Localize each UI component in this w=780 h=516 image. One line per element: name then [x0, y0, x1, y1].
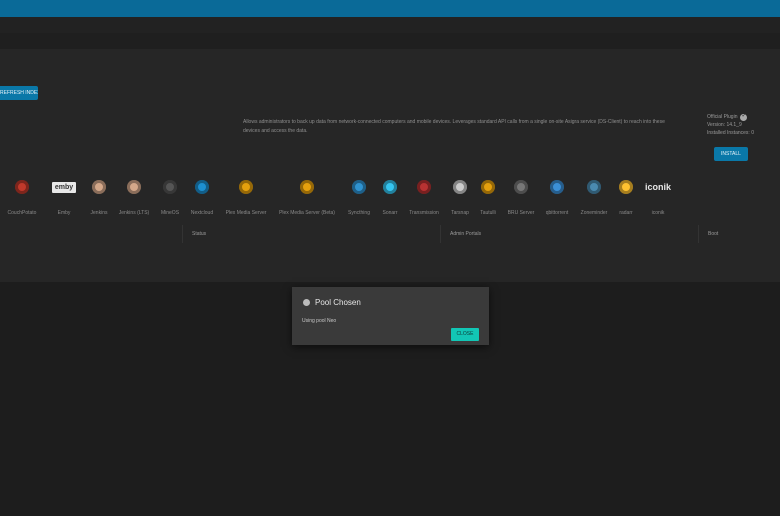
plugin-card[interactable]: Nextcloud	[182, 178, 222, 216]
plugin-label: Jenkins	[90, 210, 108, 216]
sonarr-icon	[381, 178, 399, 196]
plugin-label: Emby	[57, 210, 71, 216]
plugin-card[interactable]: BRU Server	[501, 178, 541, 216]
install-button[interactable]: INSTALL	[714, 147, 748, 161]
iconik-logo-text: iconik	[645, 182, 672, 192]
plugin-card[interactable]: CouchPotato	[2, 178, 42, 216]
plugin-label: qbittorrent	[545, 210, 569, 216]
column-divider	[440, 225, 441, 243]
plugin-card[interactable]: Plex Media Server (Beta)	[279, 178, 335, 216]
plugin-logo-shape	[453, 180, 467, 194]
emby-logo-text: emby	[51, 181, 77, 193]
plugin-label: Sonarr	[382, 210, 398, 216]
plex-icon	[237, 178, 255, 196]
official-plugin-label: Official Plugin	[707, 114, 738, 120]
nextcloud-icon	[193, 178, 211, 196]
iconik-icon: iconik	[645, 178, 671, 196]
official-plugin-row: Official Plugin	[707, 112, 754, 121]
plugin-logo-shape	[163, 180, 177, 194]
installed-instances: Installed Instances: 0	[707, 130, 754, 136]
close-button[interactable]: CLOSE	[451, 328, 479, 341]
plugin-label: radarr	[619, 210, 633, 216]
plugin-logo-shape	[352, 180, 366, 194]
plugin-label: Tarsnap	[451, 210, 469, 216]
plugin-label: iconik	[651, 210, 665, 216]
dialog-message: Using pool Neo	[302, 318, 337, 324]
plugin-logo-shape	[127, 180, 141, 194]
plugin-logo-shape	[92, 180, 106, 194]
plugin-logo-shape	[239, 180, 253, 194]
mineos-icon	[161, 178, 179, 196]
sub-nav-strip	[0, 33, 780, 49]
plugin-card[interactable]: qbittorrent	[537, 178, 577, 216]
plugin-label: Tautulli	[480, 210, 496, 216]
plugins-panel	[0, 49, 780, 282]
admin-portals-column-header[interactable]: Admin Portals	[450, 231, 481, 237]
syncthing-icon	[350, 178, 368, 196]
plugin-logo-shape	[587, 180, 601, 194]
verified-icon	[740, 112, 748, 121]
top-bar	[0, 0, 780, 17]
plugin-logo-shape	[300, 180, 314, 194]
tarsnap-icon	[451, 178, 469, 196]
plugin-label: Nextcloud	[190, 210, 214, 216]
zoneminder-icon	[585, 178, 603, 196]
plex-icon	[298, 178, 316, 196]
bru-server-icon	[512, 178, 530, 196]
plugin-logo-shape	[619, 180, 633, 194]
nav-strip	[0, 17, 780, 33]
plugin-description: Allows administrators to back up data fr…	[243, 119, 665, 134]
plugin-label: Plex Media Server (Beta)	[279, 210, 335, 216]
column-divider	[698, 225, 699, 243]
radarr-icon	[617, 178, 635, 196]
qbittorrent-icon	[548, 178, 566, 196]
dialog-title: Pool Chosen	[315, 298, 361, 307]
column-divider	[182, 225, 183, 243]
plugin-card[interactable]: Jenkins (LTS)	[114, 178, 154, 216]
emby-icon: emby	[51, 178, 77, 196]
jenkins-icon	[125, 178, 143, 196]
pool-chosen-dialog: Pool Chosen Using pool Neo CLOSE	[292, 287, 489, 345]
plugin-label: Plex Media Server	[225, 210, 267, 216]
plugin-card[interactable]: Plex Media Server	[226, 178, 266, 216]
plugin-card[interactable]: Jenkins	[79, 178, 119, 216]
refresh-index-button[interactable]: REFRESH INDEX	[0, 86, 38, 100]
plugin-logo-shape	[195, 180, 209, 194]
plugin-label: Zoneminder	[580, 210, 608, 216]
plugin-version: Version: 14.1_9	[707, 122, 742, 128]
plugin-card[interactable]: iconik iconik	[638, 178, 678, 216]
plugin-label: MineOS	[160, 210, 180, 216]
jenkins-icon	[90, 178, 108, 196]
transmission-icon	[415, 178, 433, 196]
plugin-logo-shape	[15, 180, 29, 194]
plugin-label: BRU Server	[507, 210, 535, 216]
plugin-logo-shape	[417, 180, 431, 194]
plugin-label: Transmission	[409, 210, 439, 216]
tautulli-icon	[479, 178, 497, 196]
plugin-label: Syncthing	[348, 210, 370, 216]
plugin-label: Jenkins (LTS)	[118, 210, 150, 216]
plugin-card[interactable]: Transmission	[404, 178, 444, 216]
info-icon	[303, 299, 310, 306]
plugin-logo-shape	[514, 180, 528, 194]
plugin-label: CouchPotato	[7, 210, 37, 216]
plugin-logo-shape	[383, 180, 397, 194]
boot-column-header[interactable]: Boot	[708, 231, 718, 237]
couchpotato-icon	[13, 178, 31, 196]
plugin-card[interactable]: emby Emby	[44, 178, 84, 216]
plugin-logo-shape	[481, 180, 495, 194]
plugin-logo-shape	[550, 180, 564, 194]
status-column-header[interactable]: Status	[192, 231, 206, 237]
plugin-meta: Official Plugin Version: 14.1_9 Installe…	[707, 112, 754, 137]
dialog-header: Pool Chosen	[303, 298, 361, 307]
